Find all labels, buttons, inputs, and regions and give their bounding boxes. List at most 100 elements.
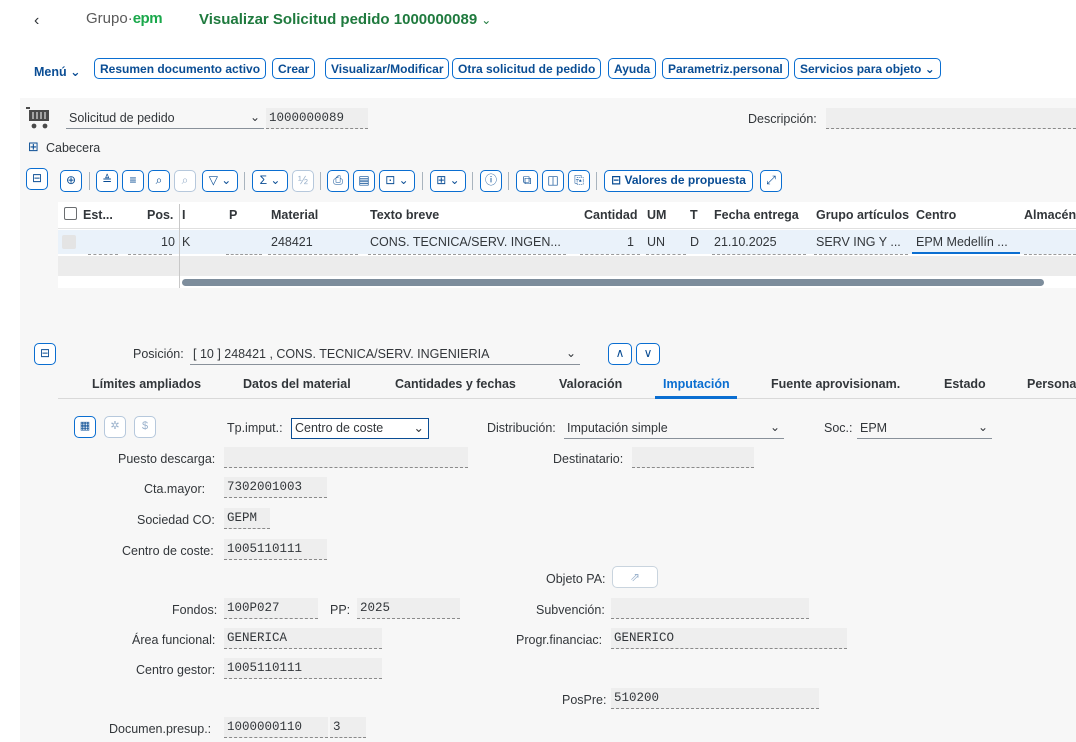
sociedad-co-label: Sociedad CO: <box>137 513 215 527</box>
collapse-items-icon[interactable]: ⊟ <box>26 168 48 190</box>
previous-item-button[interactable]: ∧ <box>608 343 632 365</box>
col-almacen[interactable]: Almacén <box>1024 208 1076 222</box>
tab-fuente-aprovisionam[interactable]: Fuente aprovisionam. <box>771 377 900 391</box>
fondos-field[interactable]: 100P027 <box>224 598 318 619</box>
col-material[interactable]: Material <box>271 208 318 222</box>
tab-limites-ampliados[interactable]: Límites ampliados <box>92 377 201 391</box>
view-icon[interactable]: ▤ <box>353 170 375 192</box>
cta-mayor-field[interactable]: 7302001003 <box>224 477 327 498</box>
cabecera-label[interactable]: Cabecera <box>46 141 100 155</box>
valores-icon: ⊟ <box>611 173 622 187</box>
otra-solicitud-button[interactable]: Otra solicitud de pedido <box>452 58 602 79</box>
select-all-checkbox[interactable] <box>64 207 77 220</box>
col-i[interactable]: I <box>182 208 185 222</box>
valores-propuesta-button[interactable]: ⊟ Valores de propuesta <box>604 170 753 192</box>
tab-cantidades-fechas[interactable]: Cantidades y fechas <box>395 377 516 391</box>
col-texto-breve[interactable]: Texto breve <box>370 208 439 222</box>
tab-valoracion[interactable]: Valoración <box>559 377 622 391</box>
pp-field[interactable]: 2025 <box>357 598 460 619</box>
doc-number-field[interactable]: 1000000089 <box>266 108 368 129</box>
description-field[interactable] <box>826 108 1076 129</box>
tab-imputacion[interactable]: Imputación <box>663 377 730 391</box>
col-centro[interactable]: Centro <box>916 208 956 222</box>
collapse-item-detail-icon[interactable]: ⊟ <box>34 343 56 365</box>
subvencion-field[interactable] <box>611 598 809 619</box>
fullscreen-icon[interactable]: ⤢ <box>760 170 782 192</box>
details-icon[interactable]: ⊕ <box>60 170 82 192</box>
sociedad-co-field[interactable]: GEPM <box>224 508 270 529</box>
crear-button[interactable]: Crear <box>272 58 316 79</box>
cell-cantidad[interactable]: 1 <box>627 235 634 249</box>
export-icon[interactable]: ⊡ ⌄ <box>379 170 415 192</box>
menu-button[interactable]: Menú ⌄ <box>34 64 81 79</box>
documen-presup-pos-field[interactable]: 3 <box>330 717 366 738</box>
chevron-down-icon: ⌄ <box>249 110 260 124</box>
next-item-button[interactable]: ∨ <box>636 343 660 365</box>
shopping-cart-icon <box>26 106 54 130</box>
parametriz-personal-button[interactable]: Parametriz.personal <box>662 58 789 79</box>
replicate-icon[interactable]: ◫ <box>542 170 564 192</box>
progr-financiac-field[interactable]: GENERICO <box>611 628 847 649</box>
col-t[interactable]: T <box>690 208 698 222</box>
print-icon[interactable]: ⎙ <box>327 170 349 192</box>
documen-presup-field[interactable]: 1000000110 <box>224 717 328 738</box>
find-next-icon: ⌕ <box>174 170 196 192</box>
row-selector[interactable] <box>62 235 76 249</box>
grid-view-icon[interactable]: ▦ <box>74 416 96 438</box>
cell-grupo[interactable]: SERV ING Y ... <box>816 235 901 249</box>
back-button[interactable]: ‹ <box>34 12 39 30</box>
area-funcional-field[interactable]: GENERICA <box>224 628 382 649</box>
tab-estado[interactable]: Estado <box>944 377 986 391</box>
centro-gestor-field[interactable]: 1005110111 <box>224 658 382 679</box>
page-title[interactable]: Visualizar Solicitud pedido 1000000089 ⌄ <box>199 11 491 28</box>
centro-coste-field[interactable]: 1005110111 <box>224 539 327 560</box>
centro-coste-label: Centro de coste: <box>122 544 214 558</box>
objeto-pa-button[interactable]: ⇗ <box>612 566 658 588</box>
destinatario-field[interactable] <box>632 447 754 468</box>
col-cantidad[interactable]: Cantidad <box>584 208 637 222</box>
tab-datos-material[interactable]: Datos del material <box>243 377 351 391</box>
cell-material[interactable]: 248421 <box>271 235 313 249</box>
distribucion-select[interactable]: Imputación simple ⌄ <box>564 418 784 439</box>
cell-centro[interactable]: EPM Medellín ... <box>916 235 1008 249</box>
cell-fecha[interactable]: 21.10.2025 <box>714 235 777 249</box>
cell-pos[interactable]: 10 <box>161 235 175 249</box>
logo-prefix: Grupo· <box>86 10 133 27</box>
ayuda-button[interactable]: Ayuda <box>608 58 657 79</box>
expand-header-icon[interactable]: ⊞ <box>28 139 39 155</box>
servicios-objeto-button[interactable]: Servicios para objeto ⌄ <box>794 58 941 79</box>
find-icon[interactable]: ⌕ <box>148 170 170 192</box>
cell-i[interactable]: K <box>182 235 190 249</box>
doc-type-select[interactable]: Solicitud de pedido ⌄ <box>66 108 264 129</box>
paste-icon[interactable]: ⎘ <box>568 170 590 192</box>
sum-icon[interactable]: Σ ⌄ <box>252 170 288 192</box>
sort-ascending-icon[interactable]: ≜ <box>96 170 118 192</box>
cell-um[interactable]: UN <box>647 235 665 249</box>
tab-persona[interactable]: Persona <box>1027 377 1076 391</box>
col-fecha[interactable]: Fecha entrega <box>714 208 799 222</box>
pospre-field[interactable]: 510200 <box>611 688 819 709</box>
layout-icon[interactable]: ⊞ ⌄ <box>430 170 466 192</box>
col-est[interactable]: Est... <box>83 208 113 222</box>
col-pos[interactable]: Pos. <box>147 208 173 222</box>
progr-financiac-label: Progr.financiac: <box>516 633 603 647</box>
puesto-descarga-field[interactable] <box>224 447 468 468</box>
horizontal-scrollbar[interactable] <box>182 279 1044 286</box>
col-grupo[interactable]: Grupo artículos <box>816 208 909 222</box>
cell-t[interactable]: D <box>690 235 699 249</box>
visualizar-modificar-button[interactable]: Visualizar/Modificar <box>325 58 450 79</box>
soc-select[interactable]: EPM ⌄ <box>857 418 992 439</box>
tp-imput-select[interactable]: Centro de coste ⌄ <box>291 418 429 439</box>
copy-icon[interactable]: ⧉ <box>516 170 538 192</box>
col-p[interactable]: P <box>229 208 237 222</box>
posicion-select[interactable]: [ 10 ] 248421 , CONS. TECNICA/SERV. INGE… <box>190 344 580 365</box>
col-um[interactable]: UM <box>647 208 666 222</box>
subtotal-icon: ½ <box>292 170 314 192</box>
area-funcional-label: Área funcional: <box>132 633 216 647</box>
resumen-documento-button[interactable]: Resumen documento activo <box>94 58 267 79</box>
sort-descending-icon[interactable]: ≡ <box>122 170 144 192</box>
cell-texto[interactable]: CONS. TECNICA/SERV. INGEN... <box>370 235 561 249</box>
currency-icon: $ <box>134 416 156 438</box>
info-icon[interactable]: ⓘ <box>480 170 502 192</box>
filter-icon[interactable]: ▽ ⌄ <box>202 170 238 192</box>
